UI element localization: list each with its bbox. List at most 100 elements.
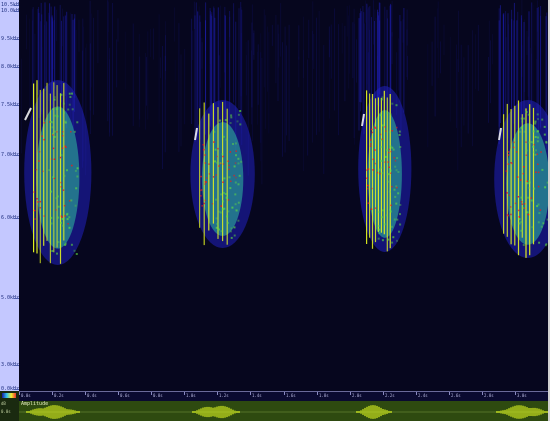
energy-speckle — [233, 165, 236, 168]
call-burst[interactable] — [190, 2, 255, 248]
energy-speckle — [540, 225, 543, 228]
energy-speckle — [538, 241, 541, 244]
energy-speckle — [64, 244, 67, 246]
noise-streak — [107, 0, 109, 122]
harmonic-line — [53, 82, 55, 253]
noise-streak — [150, 29, 151, 57]
energy-speckle — [530, 141, 533, 144]
energy-speckle — [237, 157, 240, 160]
time-tick — [19, 392, 20, 395]
peak-speckle — [222, 163, 225, 165]
energy-speckle — [398, 130, 401, 133]
noise-streak — [457, 59, 459, 171]
frequency-axis[interactable]: 10.5kHz 10.0kHz 9.5kHz 8.0kHz 7.5kHz 7.0kHz 6.… — [0, 0, 22, 392]
time-tick-label: 1.8s — [319, 393, 329, 398]
noise-streak — [313, 34, 315, 69]
time-tick-label: 2.4s — [418, 393, 428, 398]
energy-speckle — [60, 93, 63, 96]
scale-label-db: dB — [1, 401, 6, 406]
energy-speckle — [66, 169, 68, 172]
energy-speckle — [71, 92, 73, 95]
energy-speckle — [237, 201, 240, 204]
energy-speckle — [220, 230, 223, 233]
peak-speckle — [535, 171, 537, 173]
noise-streak — [97, 10, 99, 64]
energy-speckle — [230, 114, 233, 117]
energy-speckle — [61, 217, 64, 220]
peak-speckle — [379, 173, 381, 175]
harmonic-streak — [390, 5, 392, 91]
harmonic-line — [46, 82, 48, 241]
peak-speckle — [518, 209, 520, 212]
peak-speckle — [233, 174, 235, 177]
energy-speckle — [395, 169, 398, 172]
energy-speckle — [526, 211, 529, 214]
energy-speckle — [544, 244, 547, 247]
spectrogram-plot[interactable] — [19, 0, 548, 391]
noise-streak — [472, 30, 473, 147]
peak-speckle — [367, 168, 370, 170]
time-tick — [217, 392, 218, 395]
peak-speckle — [539, 209, 542, 211]
waveform-panel[interactable]: Amplitude — [19, 401, 548, 421]
energy-speckle — [380, 98, 383, 101]
energy-speckle — [75, 187, 78, 190]
energy-speckle — [382, 209, 385, 212]
energy-speckle — [378, 228, 381, 231]
peak-speckle — [200, 195, 202, 197]
energy-speckle — [216, 161, 218, 164]
energy-speckle — [385, 214, 388, 217]
call-burst[interactable] — [494, 2, 548, 259]
energy-speckle — [536, 113, 539, 116]
energy-speckle — [234, 181, 237, 184]
color-scale-bar — [2, 393, 16, 398]
time-tick — [416, 392, 417, 395]
harmonic-line — [503, 114, 505, 234]
waveform-plot[interactable] — [19, 401, 548, 421]
peak-speckle — [70, 131, 72, 133]
energy-speckle — [389, 208, 392, 211]
energy-speckle — [544, 186, 547, 189]
energy-speckle — [48, 169, 51, 172]
call-burst[interactable] — [358, 2, 412, 252]
noise-streak — [307, 59, 309, 156]
peak-speckle — [204, 199, 206, 202]
energy-speckle — [399, 146, 402, 148]
peak-speckle — [42, 170, 44, 173]
spectrogram-panel[interactable] — [19, 0, 548, 391]
energy-speckle — [378, 168, 381, 171]
noise-streak — [434, 16, 436, 117]
energy-speckle — [63, 174, 66, 177]
noise-streak — [288, 24, 290, 141]
harmonic-streak — [366, 3, 368, 100]
noise-streak — [298, 25, 300, 60]
time-tick — [118, 392, 119, 395]
energy-speckle — [230, 116, 233, 119]
time-tick — [449, 392, 450, 395]
call-burst[interactable] — [24, 2, 92, 265]
energy-speckle — [68, 216, 71, 219]
energy-speckle — [230, 236, 233, 239]
harmonic-line — [521, 114, 523, 238]
noise-streak — [460, 44, 462, 148]
time-tick-label: 2.0s — [352, 393, 362, 398]
energy-speckle — [71, 108, 74, 111]
energy-speckle — [387, 173, 390, 176]
energy-speckle — [66, 213, 68, 216]
noise-streak — [323, 45, 325, 174]
noise-streak — [162, 46, 163, 169]
harmonic-streak — [195, 2, 197, 140]
energy-speckle — [214, 148, 217, 151]
harmonic-line — [39, 89, 41, 264]
harmonic-streak — [399, 15, 401, 103]
noise-streak — [180, 54, 182, 147]
peak-speckle — [372, 158, 374, 161]
energy-speckle — [398, 133, 401, 136]
harmonic-line — [212, 103, 214, 224]
peak-speckle — [525, 141, 527, 143]
peak-speckle — [370, 208, 373, 210]
energy-speckle — [240, 160, 243, 163]
energy-speckle — [377, 211, 380, 214]
peak-speckle — [39, 207, 41, 209]
noise-streak — [402, 19, 404, 43]
